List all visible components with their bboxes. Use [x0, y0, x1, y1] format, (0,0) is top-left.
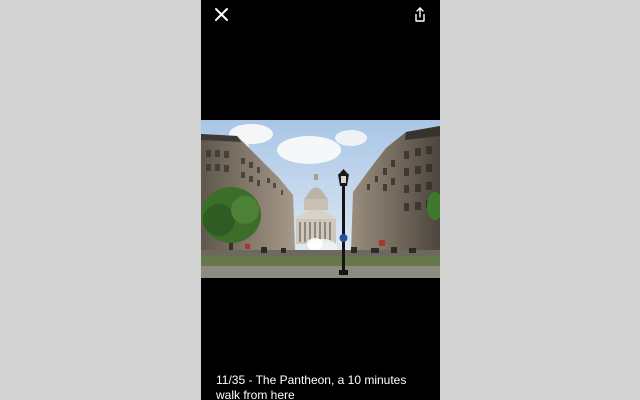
share-button[interactable] [409, 4, 431, 26]
photo-viewer: 11/35 - The Pantheon, a 10 minutes walk … [201, 0, 440, 400]
viewer-top-bar [201, 0, 440, 30]
pantheon-photo[interactable] [201, 120, 440, 278]
close-button[interactable] [211, 4, 233, 26]
photo-caption: 11/35 - The Pantheon, a 10 minutes walk … [216, 373, 407, 400]
close-icon [215, 8, 228, 21]
share-icon [415, 7, 425, 22]
pantheon-street-image [201, 120, 440, 278]
